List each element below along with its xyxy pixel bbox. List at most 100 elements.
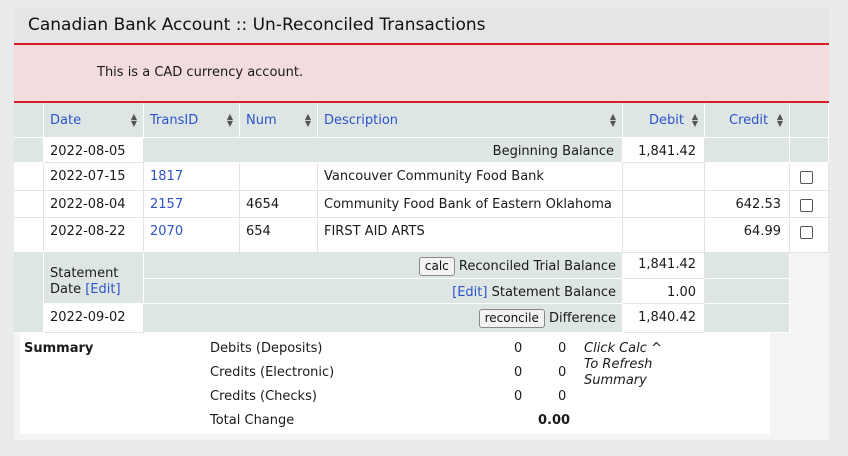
difference-value: 1,840.42 [638,310,696,325]
statement-date-line: Date [Edit] [50,282,121,297]
column-header-debit[interactable]: Debit ▲ ▼ [623,103,705,138]
beginning-credit [705,138,790,163]
column-header-date-label: Date [50,113,82,128]
trial-balance-line: calc Reconciled Trial Balance [418,257,616,276]
table-row-description: FIRST AID ARTS [318,218,623,253]
statement-date-label: Statement Date [Edit] [44,253,144,304]
transaction-date: 2022-07-15 [50,169,126,184]
row-spacer [14,253,44,333]
table-row-date: 2022-08-04 [44,191,144,218]
trial-balance-cell: 1,841.42 [623,253,705,279]
column-header-num[interactable]: Num ▲ ▼ [240,103,318,138]
page-title: Canadian Bank Account :: Un-Reconciled T… [28,15,486,35]
table-row-select [790,163,829,191]
statement-balance-label: Statement Balance [491,285,616,300]
sort-icon[interactable]: ▲ ▼ [305,113,311,129]
beginning-debit: 1,841.42 [623,138,705,163]
transaction-description: FIRST AID ARTS [324,224,425,239]
summary-box: Summary Debits (Deposits) 0 0 Credits (E… [20,333,770,434]
transaction-id-link[interactable]: 2070 [150,224,183,239]
table-row-credit: 64.99 [705,218,790,253]
column-header-debit-label: Debit [649,113,684,128]
calc-button[interactable]: calc [418,257,455,276]
row-spacer [14,163,44,191]
edit-statement-date-link[interactable]: [Edit] [85,282,120,297]
transaction-description: Community Food Bank of Eastern Oklahoma [324,197,612,212]
statement-date: 2022-09-02 [44,304,144,333]
column-header-credit[interactable]: Credit ▲ ▼ [705,103,790,138]
summary-row-amount: 0 [558,389,567,404]
column-header-description[interactable]: Description ▲ ▼ [318,103,623,138]
transaction-date: 2022-08-22 [50,224,126,239]
summary-total-label: Total Change [210,413,295,428]
table-row-date: 2022-08-22 [44,218,144,253]
statement-balance-credit [705,279,790,304]
summary-hint-line1: Click Calc ^ [584,341,662,356]
summary-row-count: 0 [514,389,523,404]
summary-row-count: 0 [514,365,523,380]
reconcile-side-spacer [790,253,829,333]
beginning-date-text: 2022-08-05 [50,144,126,159]
header-select-spacer [790,103,829,138]
reconcile-panel: Canadian Bank Account :: Un-Reconciled T… [14,8,829,440]
table-row-num: 4654 [240,191,318,218]
summary-title: Summary [24,341,94,356]
date-label-text: Date [50,282,82,297]
beginning-label: Beginning Balance [144,138,623,163]
edit-statement-balance-link[interactable]: [Edit] [452,285,487,300]
table-row-credit [705,163,790,191]
statement-date-value: 2022-09-02 [50,310,126,325]
table-row-description: Community Food Bank of Eastern Oklahoma [318,191,623,218]
table-row-date: 2022-07-15 [44,163,144,191]
summary-hint-line3: Summary [584,373,647,388]
currency-notice: This is a CAD currency account. [14,45,829,103]
table-row-num: 654 [240,218,318,253]
table-row-debit [623,218,705,253]
summary-row-label: Debits (Deposits) [210,341,323,356]
statement-label-text: Statement [50,266,119,281]
header-spacer [14,103,44,138]
summary-row-count: 0 [514,341,523,356]
table-row-select [790,191,829,218]
trial-balance-value: 1,841.42 [638,257,696,272]
trial-balance-credit [705,253,790,279]
row-spacer [14,218,44,253]
table-row-debit [623,191,705,218]
sort-icon[interactable]: ▲ ▼ [610,113,616,129]
reconcile-checkbox[interactable] [800,226,813,239]
statement-balance-cell: 1.00 [623,279,705,304]
beginning-select-spacer [790,138,829,163]
reconcile-checkbox[interactable] [800,171,813,184]
column-header-date[interactable]: Date ▲ ▼ [44,103,144,138]
trial-balance-label: Reconciled Trial Balance [458,259,616,274]
sort-icon[interactable]: ▲ ▼ [227,113,233,129]
transaction-credit: 642.53 [735,197,782,212]
currency-notice-text: This is a CAD currency account. [97,65,304,80]
transaction-id-link[interactable]: 2157 [150,197,183,212]
column-header-transid-label: TransID [150,113,199,128]
sort-icon[interactable]: ▲ ▼ [777,113,783,129]
summary-row-label: Credits (Electronic) [210,365,335,380]
summary-total-value: 0.00 [538,413,571,428]
transaction-description: Vancouver Community Food Bank [324,169,544,184]
sort-icon[interactable]: ▲ ▼ [131,113,137,129]
table-row-description: Vancouver Community Food Bank [318,163,623,191]
reconcile-button[interactable]: reconcile [478,309,545,328]
transaction-num: 654 [246,224,271,239]
statement-balance-value: 1.00 [667,285,696,300]
difference-line: reconcile Difference [478,309,616,328]
table-row-debit [623,163,705,191]
summary-row-amount: 0 [558,341,567,356]
row-spacer [14,191,44,218]
transaction-date: 2022-08-04 [50,197,126,212]
difference-label: Difference [548,311,616,326]
row-spacer [14,138,44,163]
table-row-credit: 642.53 [705,191,790,218]
reconcile-checkbox[interactable] [800,199,813,212]
column-header-transid[interactable]: TransID ▲ ▼ [144,103,240,138]
transaction-id-link[interactable]: 1817 [150,169,183,184]
sort-icon[interactable]: ▲ ▼ [692,113,698,129]
column-header-credit-label: Credit [729,113,769,128]
difference-row: reconcile Difference [144,304,623,333]
difference-credit [705,304,790,333]
